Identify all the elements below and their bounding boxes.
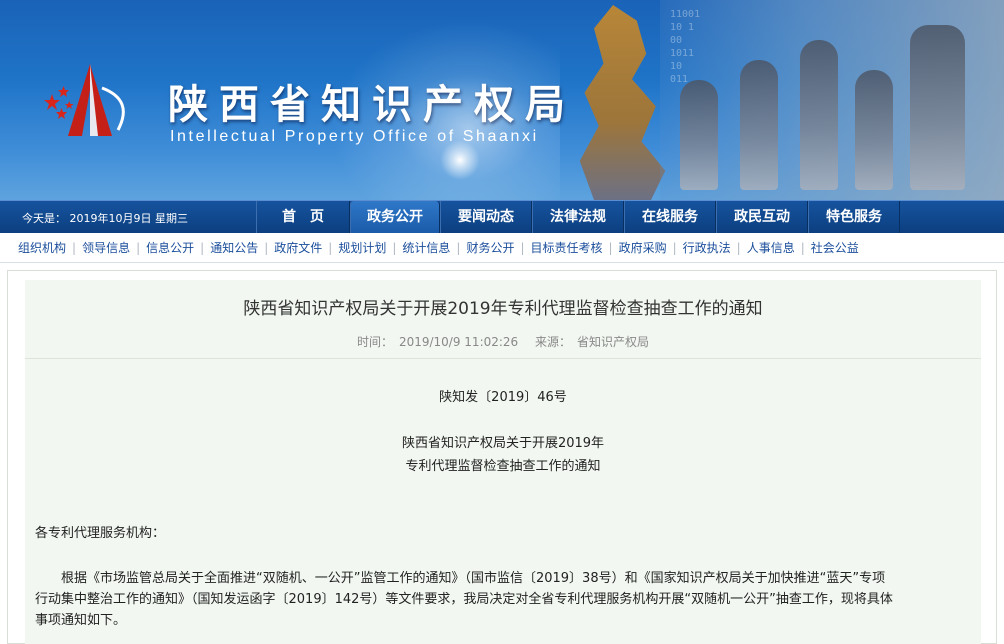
time-value: 2019/10/9 11:02:26 <box>398 335 519 349</box>
main-nav: 今天是： 2019年10月9日 星期三 首 页 政务公开 要闻动态 法律法规 在… <box>0 200 1004 234</box>
subnav-item-notices[interactable]: 通知公告 <box>210 239 258 256</box>
subnav-separator: | <box>200 240 205 255</box>
subnav-item-statistics[interactable]: 统计信息 <box>402 239 450 256</box>
salutation: 各专利代理服务机构： <box>35 526 166 541</box>
nav-news[interactable]: 要闻动态 <box>440 201 532 234</box>
banner-digit: 1011 <box>670 48 695 59</box>
body-paragraph: 根据《市场监管总局关于全面推进“双随机、一公开”监管工作的通知》（国市监信〔20… <box>35 568 975 631</box>
shaanxi-map-graphic <box>579 5 666 200</box>
subnav-item-personnel[interactable]: 人事信息 <box>747 239 795 256</box>
terracotta-warriors-graphic <box>660 0 1004 200</box>
warrior-figure <box>740 60 778 190</box>
notice-heading-line-1: 陕西省知识产权局关于开展2019年 <box>401 436 605 451</box>
subnav-item-target-assessment[interactable]: 目标责任考核 <box>531 239 603 256</box>
banner-digit: 00 <box>670 35 683 46</box>
sub-nav: 组织机构 | 领导信息 | 信息公开 | 通知公告 | 政府文件 | 规划计划 … <box>0 233 1004 263</box>
warrior-figure <box>855 70 893 190</box>
body-line: 根据《市场监管总局关于全面推进“双随机、一公开”监管工作的通知》（国市监信〔20… <box>61 571 886 586</box>
subnav-item-plans[interactable]: 规划计划 <box>338 239 386 256</box>
warrior-figure <box>680 80 718 190</box>
subnav-item-law-enforcement[interactable]: 行政执法 <box>683 239 731 256</box>
subnav-separator: | <box>520 240 525 255</box>
nav-home[interactable]: 首 页 <box>256 201 350 234</box>
body-line: 事项通知如下。 <box>35 613 127 628</box>
nav-online-services[interactable]: 在线服务 <box>624 201 716 234</box>
banner-binary-digits: 11001 10 1 00 1011 10 011 <box>670 8 700 86</box>
article-content: 陕西省知识产权局关于开展2019年专利代理监督检查抽查工作的通知 时间： 2019… <box>25 280 981 644</box>
article-meta: 时间： 2019/10/9 11:02:26 来源： 省知识产权局 <box>25 333 981 350</box>
banner-digit: 011 <box>670 74 689 85</box>
subnav-item-finance[interactable]: 财务公开 <box>466 239 514 256</box>
nav-laws[interactable]: 法律法规 <box>532 201 624 234</box>
banner-spark <box>440 140 480 180</box>
nav-government-affairs[interactable]: 政务公开 <box>350 201 440 234</box>
site-subtitle: Intellectual Property Office of Shaanxi <box>170 128 539 145</box>
subnav-item-leaders[interactable]: 领导信息 <box>82 239 130 256</box>
source-value: 省知识产权局 <box>577 335 650 349</box>
nav-interaction[interactable]: 政民互动 <box>716 201 808 234</box>
banner-digit: 10 1 <box>670 22 695 33</box>
subnav-item-public-welfare[interactable]: 社会公益 <box>811 239 859 256</box>
subnav-item-info-disclosure[interactable]: 信息公开 <box>146 239 194 256</box>
nav-featured-services[interactable]: 特色服务 <box>808 201 900 234</box>
subnav-separator: | <box>392 240 397 255</box>
banner-digit: 10 <box>670 61 683 72</box>
subnav-separator: | <box>608 240 613 255</box>
site-title: 陕西省知识产权局 <box>168 82 576 128</box>
subnav-item-procurement[interactable]: 政府采购 <box>619 239 667 256</box>
today-date: 今天是： 2019年10月9日 星期三 <box>22 212 188 225</box>
subnav-separator: | <box>72 240 77 255</box>
warrior-figure <box>910 25 965 190</box>
subnav-separator: | <box>736 240 741 255</box>
subnav-separator: | <box>456 240 461 255</box>
notice-heading-line-2: 专利代理监督检查抽查工作的通知 <box>405 459 601 474</box>
office-logo[interactable] <box>40 60 140 140</box>
main-nav-items: 首 页 政务公开 要闻动态 法律法规 在线服务 政民互动 特色服务 <box>256 201 900 234</box>
subnav-separator: | <box>800 240 805 255</box>
article-frame: 陕西省知识产权局关于开展2019年专利代理监督检查抽查工作的通知 时间： 2019… <box>7 270 997 644</box>
body-line: 行动集中整治工作的通知》（国知发运函字〔2019〕142号）等文件要求，我局决定… <box>35 592 893 607</box>
subnav-separator: | <box>672 240 677 255</box>
article-title: 陕西省知识产权局关于开展2019年专利代理监督检查抽查工作的通知 <box>243 299 763 319</box>
subnav-item-organization[interactable]: 组织机构 <box>18 239 66 256</box>
time-label: 时间： <box>356 335 393 349</box>
site-banner: 11001 10 1 00 1011 10 011 陕西省知识产权局 Intel… <box>0 0 1004 200</box>
subnav-item-gov-documents[interactable]: 政府文件 <box>274 239 322 256</box>
subnav-separator: | <box>136 240 141 255</box>
source-label: 来源： <box>535 335 572 349</box>
meta-divider <box>25 358 981 359</box>
document-number: 陕知发〔2019〕46号 <box>439 390 567 405</box>
warrior-figure <box>800 40 838 190</box>
subnav-separator: | <box>264 240 269 255</box>
banner-digit: 11001 <box>670 9 701 20</box>
subnav-separator: | <box>328 240 333 255</box>
